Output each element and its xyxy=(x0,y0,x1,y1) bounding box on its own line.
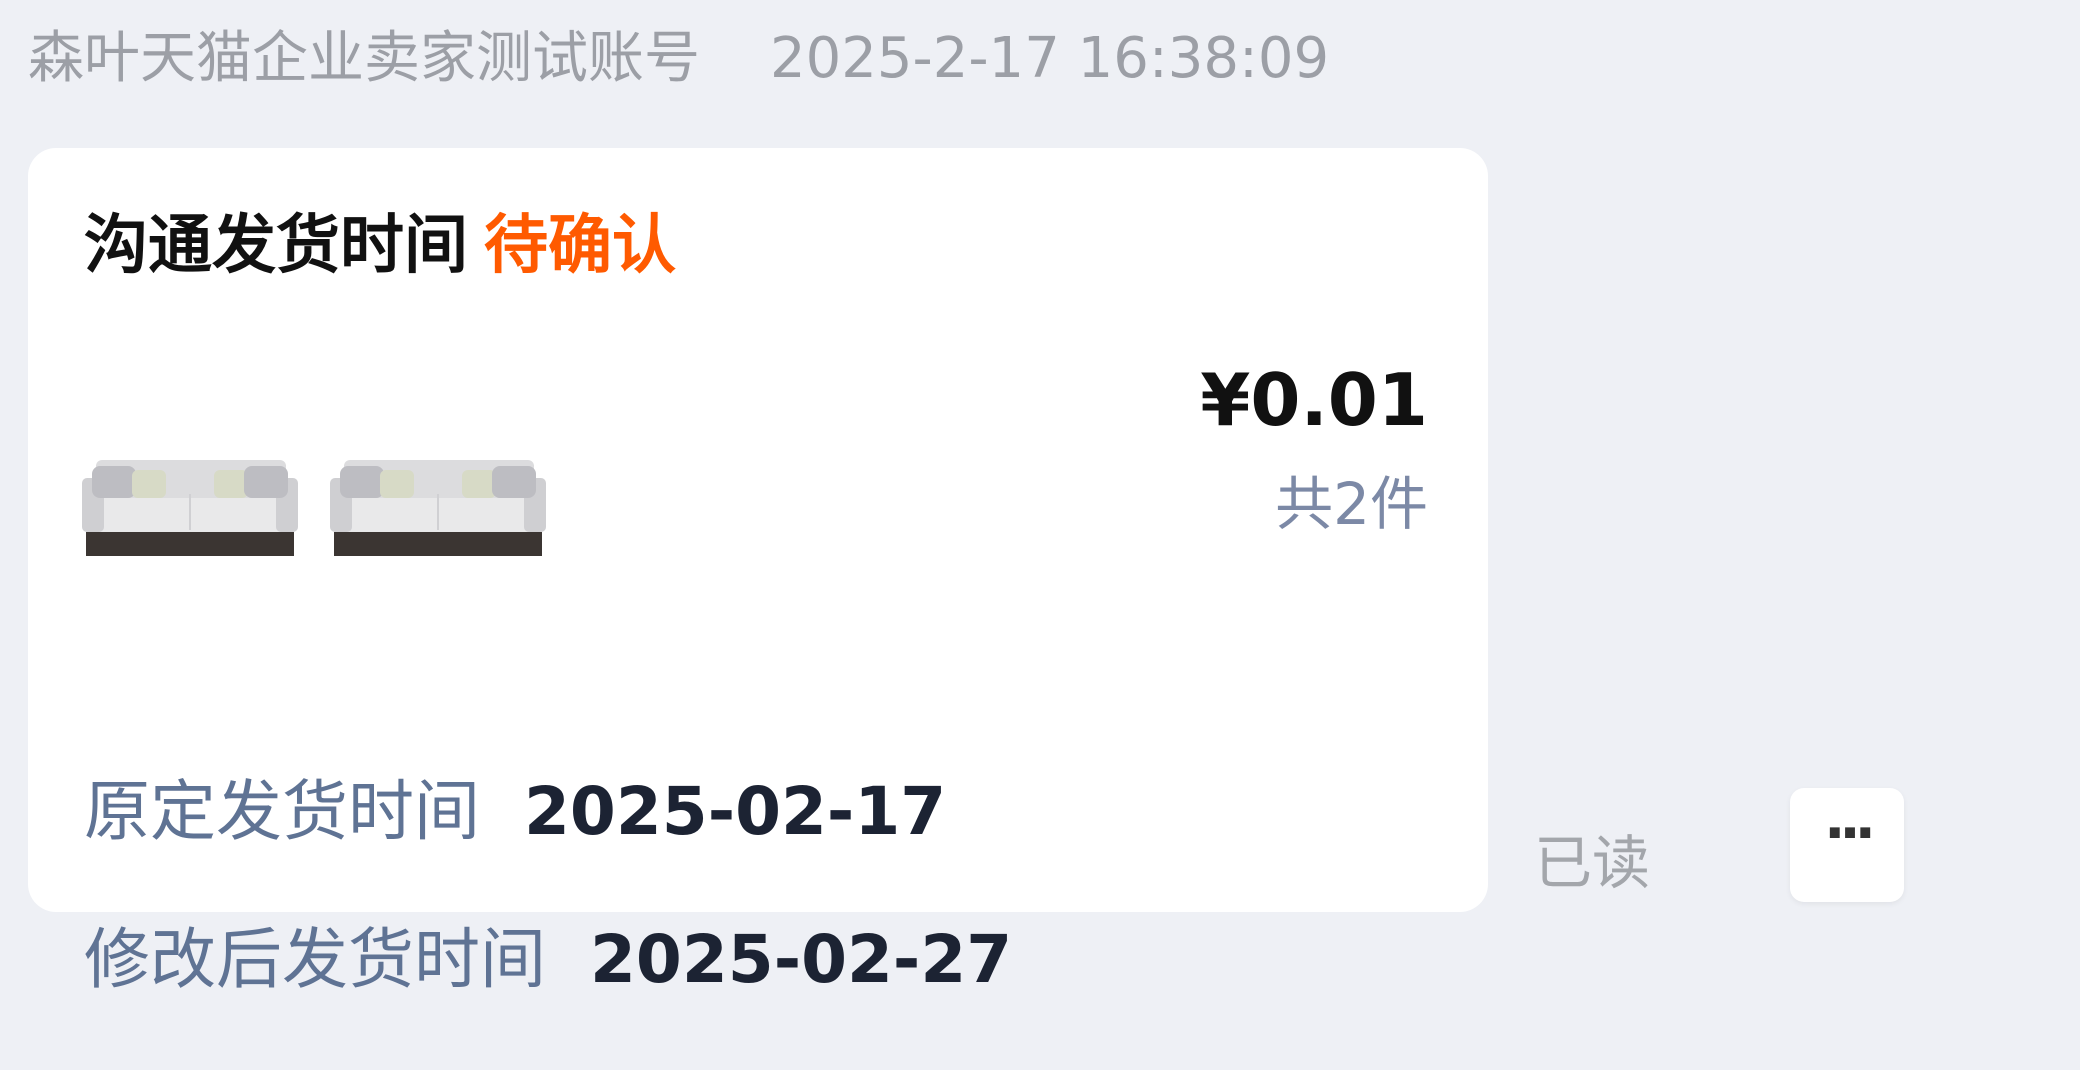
order-price: ¥0.01 xyxy=(1200,358,1428,442)
modified-ship-label: 修改后发货时间 xyxy=(84,921,546,998)
original-ship-row: 原定发货时间 2025-02-17 xyxy=(84,770,946,854)
status-badge: 待确认 xyxy=(484,209,676,283)
message-meta: 森叶天猫企业卖家测试账号 2025-2-17 16:38:09 xyxy=(28,24,1329,94)
modified-ship-row: 修改后发货时间 2025-02-27 xyxy=(84,918,1012,1002)
original-ship-date: 2025-02-17 xyxy=(524,773,947,850)
card-title: 沟通发货时间 待确认 xyxy=(84,204,676,288)
message-timestamp: 2025-2-17 16:38:09 xyxy=(770,26,1330,91)
item-count: 共2件 xyxy=(1275,470,1428,538)
modified-ship-date: 2025-02-27 xyxy=(590,921,1013,998)
shipping-time-card[interactable]: 沟通发货时间 待确认 ¥0.01 共2件 原定发货时间 2025-02-17 修… xyxy=(28,148,1488,998)
original-ship-label: 原定发货时间 xyxy=(84,773,480,850)
sender-name: 森叶天猫企业卖家测试账号 xyxy=(28,26,700,91)
product-thumbnails xyxy=(82,400,546,560)
more-dots-icon: ··· xyxy=(1824,801,1876,866)
card-title-text: 沟通发货时间 xyxy=(84,209,468,283)
chat-page: 森叶天猫企业卖家测试账号 2025-2-17 16:38:09 沟通发货时间 待确认 xyxy=(0,0,2080,1070)
read-status: 已读 xyxy=(1534,829,1651,897)
sofa-thumbnail-icon xyxy=(82,460,298,556)
sofa-thumbnail-icon xyxy=(330,460,546,556)
more-options-button[interactable]: ··· xyxy=(1790,788,1904,902)
product-thumbnail[interactable] xyxy=(330,400,546,560)
product-thumbnail[interactable] xyxy=(82,400,298,560)
